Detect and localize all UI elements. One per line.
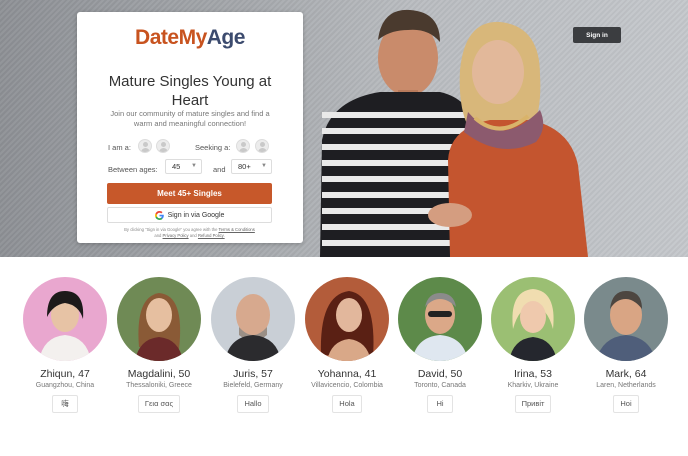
profile-photo[interactable]	[117, 277, 201, 361]
female-option-icon[interactable]	[156, 139, 170, 153]
hero-couple-photo	[320, 9, 588, 257]
chevron-down-icon: ▼	[261, 163, 267, 169]
profile-name: Irina, 53	[514, 368, 552, 380]
seeking-female-option-icon[interactable]	[255, 139, 269, 153]
profile-name: Magdalini, 50	[127, 368, 191, 380]
age-max-select[interactable]: 80+ ▼	[231, 159, 272, 174]
greeting-button[interactable]: Γεια σας	[137, 395, 181, 413]
signup-card: DateMyAge Mature Singles Young at Heart …	[77, 12, 303, 243]
datemyage-logo[interactable]: DateMyAge	[77, 26, 303, 50]
profile-card[interactable]: Yohanna, 41 Villavicencio, Colombia Hola	[305, 277, 389, 413]
profile-location: Kharkiv, Ukraine	[507, 382, 559, 389]
profile-location: Bielefeld, Germany	[223, 382, 283, 389]
profile-location: Laren, Netherlands	[596, 382, 656, 389]
seeking-male-option-icon[interactable]	[236, 139, 250, 153]
profile-card[interactable]: Irina, 53 Kharkiv, Ukraine Привіт	[491, 277, 575, 413]
profile-photo[interactable]	[584, 277, 668, 361]
profile-name: Yohanna, 41	[317, 368, 377, 380]
landing-page: Sign in DateMyAge Mature Singles Young a…	[0, 0, 688, 456]
profile-name: David, 50	[417, 368, 463, 380]
profile-photo[interactable]	[211, 277, 295, 361]
profile-name: Mark, 64	[605, 368, 647, 380]
terms-link[interactable]: Terms & Conditions	[219, 227, 255, 232]
profile-card[interactable]: Juris, 57 Bielefeld, Germany Hallo	[211, 277, 295, 413]
page-title: Mature Singles Young at Heart	[108, 73, 272, 109]
greeting-button[interactable]: Hi	[427, 395, 453, 413]
greeting-button[interactable]: Привіт	[514, 395, 552, 413]
iam-label: I am a:	[108, 143, 131, 152]
privacy-link[interactable]: Privacy Policy	[163, 233, 189, 238]
profile-photo[interactable]	[23, 277, 107, 361]
sign-in-button[interactable]: Sign in	[573, 27, 621, 43]
meet-singles-button[interactable]: Meet 45+ Singles	[107, 183, 272, 204]
age-min-select[interactable]: 45 ▼	[165, 159, 202, 174]
profile-location: Thessaloniki, Greece	[126, 382, 192, 389]
greeting-button[interactable]: Hoi	[613, 395, 639, 413]
profile-location: Guangzhou, China	[35, 382, 95, 389]
tagline: Join our community of mature singles and…	[110, 109, 270, 128]
profile-name: Zhiqun, 47	[40, 368, 90, 380]
google-icon	[154, 210, 164, 220]
greeting-button[interactable]: Hallo	[237, 395, 269, 413]
profile-card[interactable]: David, 50 Toronto, Canada Hi	[398, 277, 482, 413]
profile-card[interactable]: Mark, 64 Laren, Netherlands Hoi	[584, 277, 668, 413]
greeting-button[interactable]: Hola	[332, 395, 362, 413]
chevron-down-icon: ▼	[191, 163, 197, 169]
profile-photo[interactable]	[398, 277, 482, 361]
hero-section: Sign in DateMyAge Mature Singles Young a…	[0, 0, 688, 257]
male-option-icon[interactable]	[138, 139, 152, 153]
legal-notice: By clicking "Sign in via Google" you agr…	[124, 227, 255, 238]
and-label: and	[213, 165, 226, 174]
refund-link[interactable]: Refund Policy.	[198, 233, 225, 238]
between-ages-label: Between ages:	[108, 165, 158, 174]
profile-card[interactable]: Zhiqun, 47 Guangzhou, China 嗨	[23, 277, 107, 413]
seeking-label: Seeking a:	[195, 143, 231, 152]
google-signin-button[interactable]: Sign in via Google	[107, 207, 272, 223]
greeting-button[interactable]: 嗨	[52, 395, 78, 413]
profile-location: Toronto, Canada	[414, 382, 466, 389]
profile-name: Juris, 57	[233, 368, 273, 380]
featured-profiles: Zhiqun, 47 Guangzhou, China 嗨 Magdalini,…	[0, 257, 688, 456]
profile-photo[interactable]	[491, 277, 575, 361]
profile-card[interactable]: Magdalini, 50 Thessaloniki, Greece Γεια …	[117, 277, 201, 413]
profile-location: Villavicencio, Colombia	[311, 382, 383, 389]
profile-photo[interactable]	[305, 277, 389, 361]
